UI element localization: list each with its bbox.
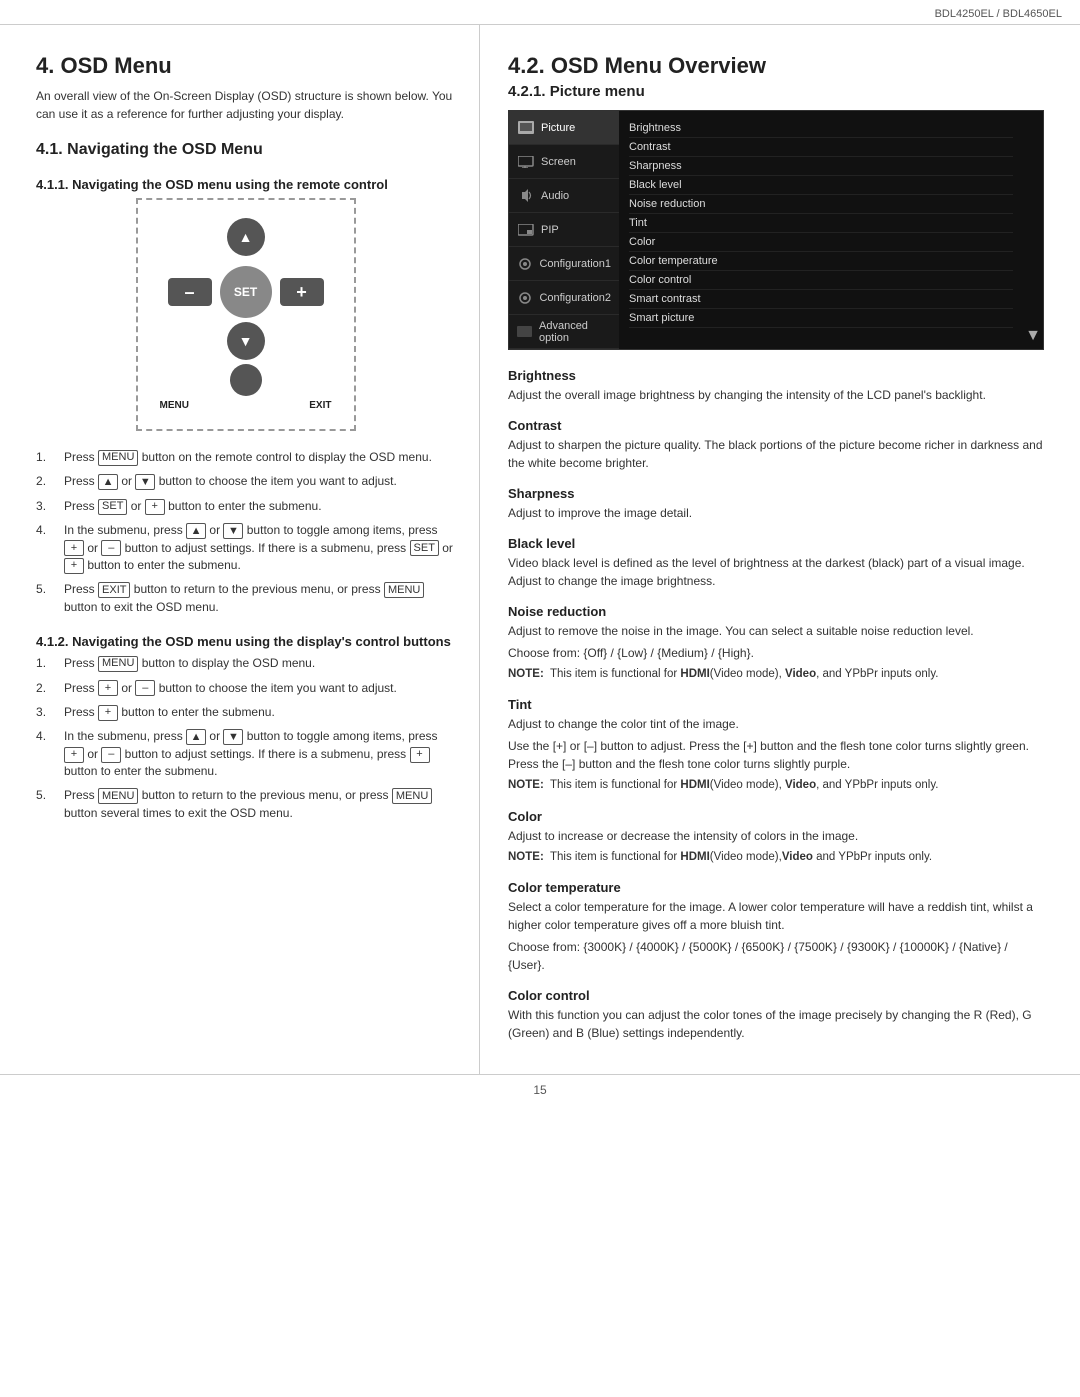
remote-exit-button <box>230 364 262 396</box>
term-noise-reduction: Noise reduction Adjust to remove the noi… <box>508 604 1044 683</box>
osd-right-smart-contrast: Smart contrast <box>629 290 1013 309</box>
osd-menu-right-panel: Brightness Contrast Sharpness Black leve… <box>619 111 1023 349</box>
term-color-temperature-heading: Color temperature <box>508 880 1044 895</box>
step-4-1-1-3: Press SET or + button to enter the subme… <box>36 498 455 515</box>
steps-4-1-1: Press MENU button on the remote control … <box>36 449 455 616</box>
section-4-2-1-title: 4.2.1. Picture menu <box>508 83 1044 100</box>
term-color-body: Adjust to increase or decrease the inten… <box>508 827 1044 845</box>
step-4-1-2-1: Press MENU button to display the OSD men… <box>36 655 455 672</box>
term-brightness-body: Adjust the overall image brightness by c… <box>508 386 1044 404</box>
osd-menu-item-config1: Configuration1 <box>509 247 619 281</box>
term-noise-reduction-heading: Noise reduction <box>508 604 1044 619</box>
step-4-1-1-5: Press EXIT button to return to the previ… <box>36 581 455 616</box>
term-color-note: NOTE: This item is functional for HDMI(V… <box>508 849 1044 866</box>
term-black-level-heading: Black level <box>508 536 1044 551</box>
step-4-1-2-5: Press MENU button to return to the previ… <box>36 787 455 822</box>
term-color-control-heading: Color control <box>508 988 1044 1003</box>
osd-right-black-level: Black level <box>629 176 1013 195</box>
term-color-temperature-body: Select a color temperature for the image… <box>508 898 1044 934</box>
term-brightness: Brightness Adjust the overall image brig… <box>508 368 1044 404</box>
step-4-1-1-1: Press MENU button on the remote control … <box>36 449 455 466</box>
remote-plus-button: + <box>280 278 324 306</box>
term-sharpness-body: Adjust to improve the image detail. <box>508 504 1044 522</box>
osd-scroll-down: ▼ <box>1023 323 1043 349</box>
osd-menu-item-screen: Screen <box>509 145 619 179</box>
section-4-1-title: 4.1. Navigating the OSD Menu <box>36 141 455 159</box>
section-4-title: 4. OSD Menu <box>36 53 455 79</box>
term-brightness-heading: Brightness <box>508 368 1044 383</box>
term-sharpness: Sharpness Adjust to improve the image de… <box>508 486 1044 522</box>
remote-minus-button: – <box>168 278 212 306</box>
remote-diagram: ▲ – SET + ▼ MENU <box>136 198 356 431</box>
osd-menu-item-audio: Audio <box>509 179 619 213</box>
section-4-intro: An overall view of the On-Screen Display… <box>36 87 455 123</box>
osd-right-color-temp: Color temperature <box>629 252 1013 271</box>
section-4-1-1-title: 4.1.1. Navigating the OSD menu using the… <box>36 177 455 192</box>
osd-right-color-control: Color control <box>629 271 1013 290</box>
term-color: Color Adjust to increase or decrease the… <box>508 809 1044 866</box>
right-column: 4.2. OSD Menu Overview 4.2.1. Picture me… <box>480 25 1080 1074</box>
term-color-temperature-choose: Choose from: {3000K} / {4000K} / {5000K}… <box>508 938 1044 974</box>
section-4-2-title: 4.2. OSD Menu Overview <box>508 53 1044 79</box>
osd-menu-item-config2: Configuration2 <box>509 281 619 315</box>
left-column: 4. OSD Menu An overall view of the On-Sc… <box>0 25 480 1074</box>
osd-right-noise-reduction: Noise reduction <box>629 195 1013 214</box>
remote-labels: MENU EXIT <box>156 400 336 411</box>
page-number: 15 <box>533 1083 546 1097</box>
term-black-level-body: Video black level is defined as the leve… <box>508 554 1044 590</box>
osd-right-color: Color <box>629 233 1013 252</box>
osd-right-brightness: Brightness <box>629 119 1013 138</box>
step-4-1-1-4: In the submenu, press ▲ or ▼ button to t… <box>36 522 455 574</box>
page-header: BDL4250EL / BDL4650EL <box>0 0 1080 25</box>
term-color-control: Color control With this function you can… <box>508 988 1044 1042</box>
term-sharpness-heading: Sharpness <box>508 486 1044 501</box>
step-4-1-2-4: In the submenu, press ▲ or ▼ button to t… <box>36 728 455 780</box>
osd-menu-diagram: Picture Screen Audio <box>508 110 1044 350</box>
term-noise-reduction-note: NOTE: This item is functional for HDMI(V… <box>508 666 1044 683</box>
term-tint-body: Adjust to change the color tint of the i… <box>508 715 1044 733</box>
osd-right-sharpness: Sharpness <box>629 157 1013 176</box>
term-color-temperature: Color temperature Select a color tempera… <box>508 880 1044 974</box>
term-color-control-body: With this function you can adjust the co… <box>508 1006 1044 1042</box>
term-contrast: Contrast Adjust to sharpen the picture q… <box>508 418 1044 472</box>
term-black-level: Black level Video black level is defined… <box>508 536 1044 590</box>
term-tint-body2: Use the [+] or [–] button to adjust. Pre… <box>508 737 1044 773</box>
osd-menu-item-advanced: Advanced option <box>509 315 619 349</box>
osd-menu-item-picture: Picture <box>509 111 619 145</box>
remote-set-button: SET <box>220 266 272 318</box>
term-tint-note: NOTE: This item is functional for HDMI(V… <box>508 777 1044 794</box>
osd-right-tint: Tint <box>629 214 1013 233</box>
term-contrast-body: Adjust to sharpen the picture quality. T… <box>508 436 1044 472</box>
osd-right-smart-picture: Smart picture <box>629 309 1013 328</box>
steps-4-1-2: Press MENU button to display the OSD men… <box>36 655 455 822</box>
term-tint: Tint Adjust to change the color tint of … <box>508 697 1044 794</box>
remote-down-button: ▼ <box>227 322 265 360</box>
osd-right-contrast: Contrast <box>629 138 1013 157</box>
term-color-heading: Color <box>508 809 1044 824</box>
remote-up-button: ▲ <box>227 218 265 256</box>
term-noise-reduction-choose: Choose from: {Off} / {Low} / {Medium} / … <box>508 644 1044 662</box>
term-contrast-heading: Contrast <box>508 418 1044 433</box>
osd-menu-item-pip: PIP <box>509 213 619 247</box>
step-4-1-2-2: Press + or – button to choose the item y… <box>36 680 455 697</box>
term-tint-heading: Tint <box>508 697 1044 712</box>
model-number: BDL4250EL / BDL4650EL <box>935 8 1062 20</box>
step-4-1-1-2: Press ▲ or ▼ button to choose the item y… <box>36 473 455 490</box>
page-footer: 15 <box>0 1074 1080 1105</box>
osd-menu-left-panel: Picture Screen Audio <box>509 111 619 349</box>
step-4-1-2-3: Press + button to enter the submenu. <box>36 704 455 721</box>
term-noise-reduction-body: Adjust to remove the noise in the image.… <box>508 622 1044 640</box>
section-4-1-2-title: 4.1.2. Navigating the OSD menu using the… <box>36 634 455 649</box>
